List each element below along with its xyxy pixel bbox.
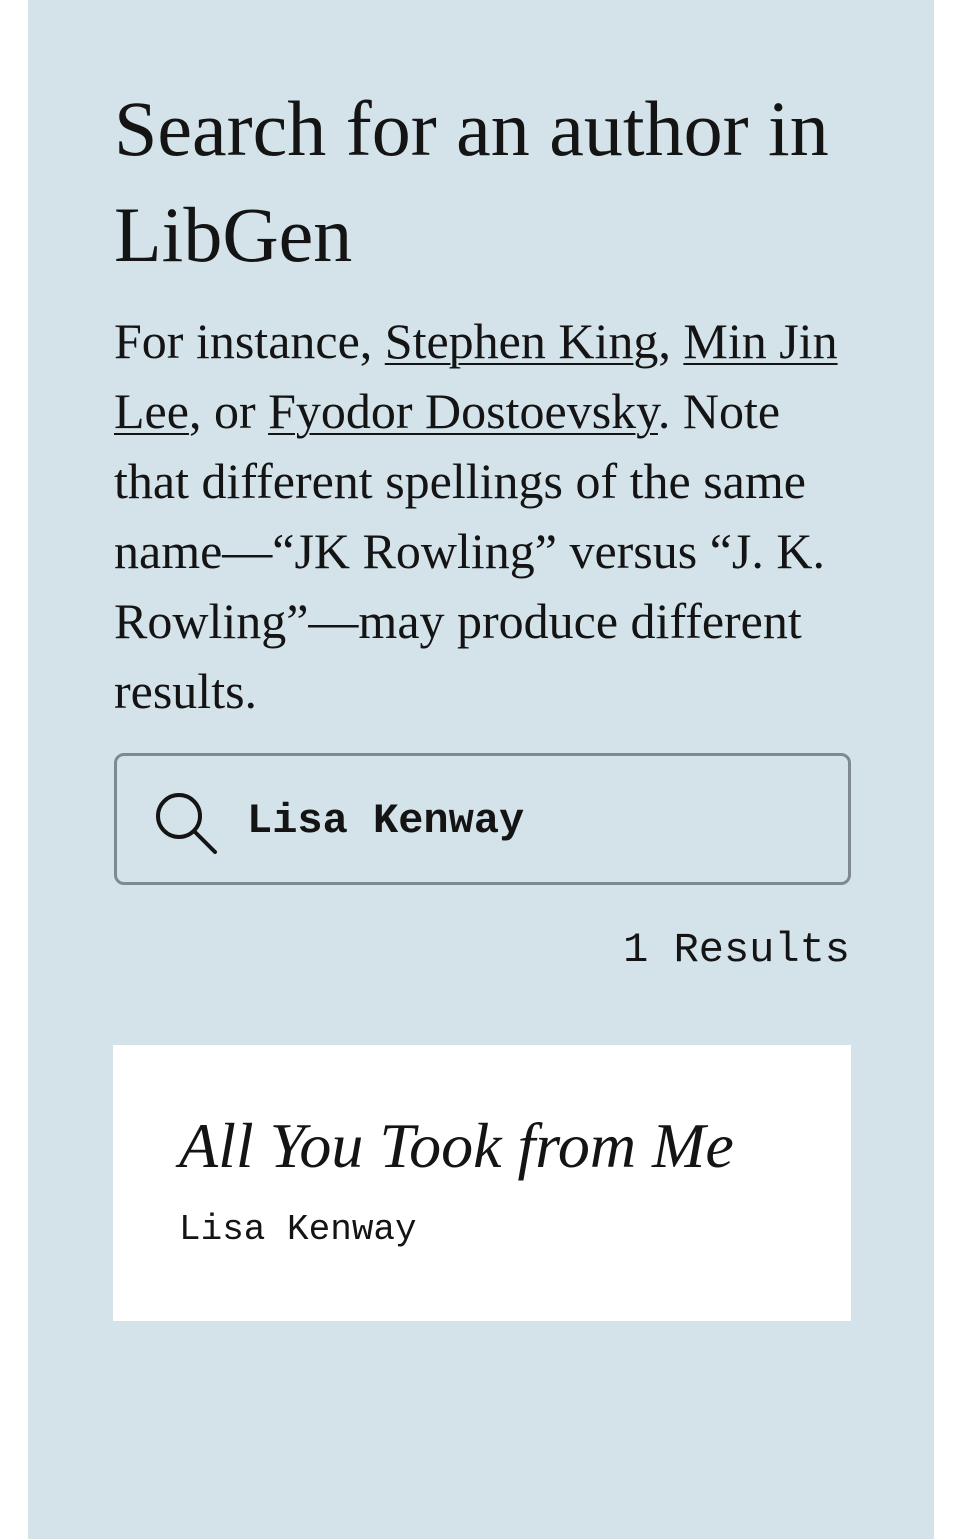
intro-separator: , or: [188, 383, 269, 439]
result-card[interactable]: All You Took from Me Lisa Kenway: [113, 1045, 851, 1321]
intro-separator: ,: [658, 313, 684, 369]
example-link-fyodor-dostoevsky[interactable]: Fyodor Dostoevsky: [268, 383, 658, 439]
page-title: Search for an author in LibGen: [114, 85, 829, 278]
example-link-stephen-king[interactable]: Stephen King: [385, 313, 659, 369]
book-title[interactable]: All You Took from Me: [179, 1109, 734, 1183]
search-panel: Search for an author in LibGen For insta…: [28, 0, 934, 1539]
search-input[interactable]: [247, 782, 827, 860]
book-author: Lisa Kenway: [179, 1209, 417, 1250]
intro-prefix: For instance,: [114, 313, 385, 369]
search-box[interactable]: [114, 753, 851, 885]
intro-paragraph: For instance, Stephen King, Min Jin Lee,…: [114, 306, 854, 726]
results-count: 1 Results: [623, 926, 850, 974]
search-icon: [149, 786, 221, 858]
